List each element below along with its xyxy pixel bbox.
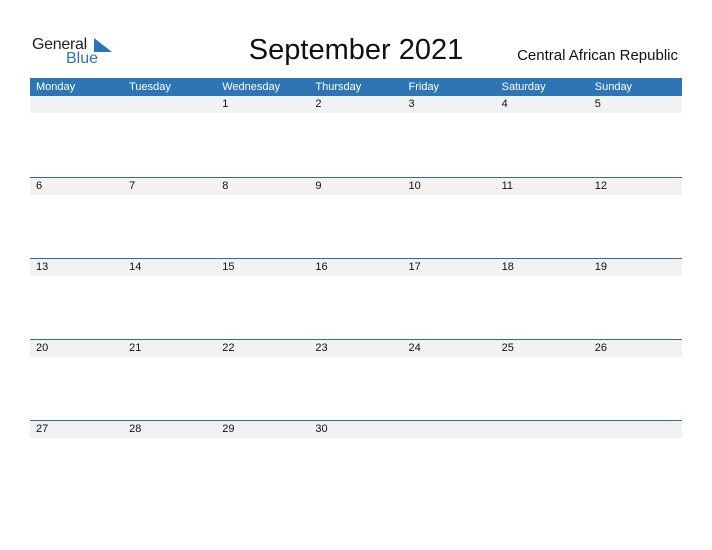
day-cell: 18 (501, 261, 514, 273)
day-cell: 19 (594, 261, 607, 273)
day-cell: 16 (315, 261, 328, 273)
weekday-thursday: Thursday (315, 81, 362, 93)
day-cell: 22 (222, 342, 235, 354)
day-cell (496, 421, 589, 438)
week-date-strip: 13 14 15 16 17 18 19 (30, 259, 682, 276)
day-cell: 5 (594, 98, 601, 110)
weekday-sunday: Sunday (594, 81, 633, 93)
day-cell: 12 (594, 180, 607, 192)
calendar-week: 1 2 3 4 5 (30, 96, 682, 177)
day-cell: 15 (222, 261, 235, 273)
calendar-week: 13 14 15 16 17 18 19 (30, 258, 682, 339)
day-cell (589, 421, 682, 438)
calendar-grid: Monday Tuesday Wednesday Thursday Friday Satu… (30, 78, 682, 501)
day-cell (30, 96, 123, 113)
day-cell: 2 (315, 98, 322, 110)
day-cell: 11 (501, 180, 514, 192)
weekday-monday: Monday (36, 81, 76, 93)
day-cell: 21 (129, 342, 142, 354)
day-cell: 20 (36, 342, 49, 354)
calendar-week: 20 21 22 23 24 25 26 (30, 339, 682, 420)
day-cell: 27 (36, 423, 49, 435)
week-date-strip: 6 7 8 9 10 11 12 (30, 178, 682, 195)
weekday-saturday: Saturday (501, 81, 546, 93)
day-cell: 28 (129, 423, 142, 435)
day-cell: 9 (315, 180, 322, 192)
day-cell: 14 (129, 261, 142, 273)
day-cell: 4 (501, 98, 508, 110)
day-cell (123, 96, 216, 113)
week-date-strip: 1 2 3 4 5 (30, 96, 682, 113)
day-cell: 24 (408, 342, 421, 354)
day-cell: 26 (594, 342, 607, 354)
day-cell (403, 421, 496, 438)
week-date-strip: 27 28 29 30 (30, 421, 682, 438)
day-cell: 17 (408, 261, 421, 273)
calendar-week: 27 28 29 30 (30, 420, 682, 501)
country-name: Central African Republic (517, 47, 678, 64)
weekday-tuesday: Tuesday (129, 81, 171, 93)
day-cell: 10 (408, 180, 421, 192)
day-cell: 29 (222, 423, 235, 435)
weekday-friday: Friday (408, 81, 440, 93)
day-cell: 7 (129, 180, 136, 192)
day-cell: 30 (315, 423, 328, 435)
day-cell: 1 (222, 98, 229, 110)
day-cell: 8 (222, 180, 229, 192)
week-date-strip: 20 21 22 23 24 25 26 (30, 340, 682, 357)
day-cell: 3 (408, 98, 415, 110)
weekday-wednesday: Wednesday (222, 81, 281, 93)
weekday-header: Monday Tuesday Wednesday Thursday Friday Satu… (30, 78, 682, 96)
day-cell: 13 (36, 261, 49, 273)
day-cell: 25 (501, 342, 514, 354)
day-cell: 23 (315, 342, 328, 354)
day-cell: 6 (36, 180, 43, 192)
calendar-week: 6 7 8 9 10 11 12 (30, 177, 682, 258)
